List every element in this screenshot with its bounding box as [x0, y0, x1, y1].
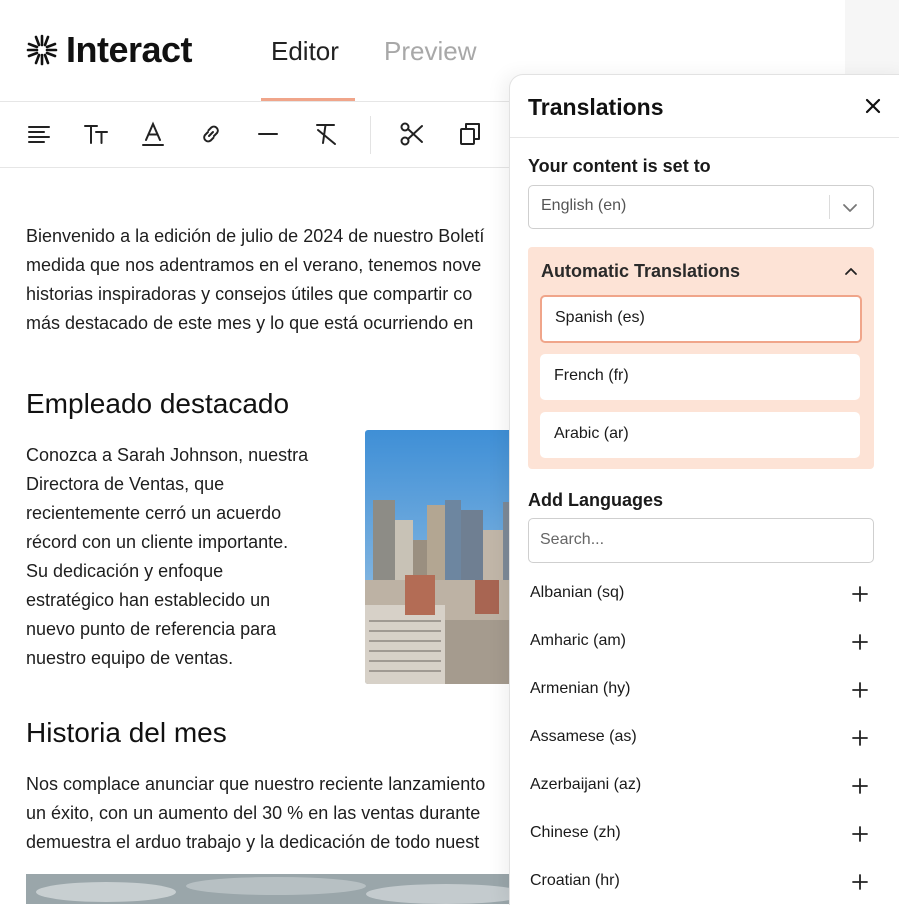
select-separator: [829, 195, 830, 219]
plus-icon[interactable]: [851, 729, 869, 747]
text-size-icon[interactable]: [82, 120, 110, 148]
plus-icon[interactable]: [851, 873, 869, 891]
language-name: Armenian (hy): [530, 680, 631, 697]
search-placeholder: Search...: [540, 531, 605, 548]
content-language-value: English (en): [541, 197, 627, 214]
cut-icon[interactable]: [398, 120, 426, 148]
feature-line: Su dedicación y enfoque: [26, 561, 224, 581]
feature-line: nuevo punto de referencia para: [26, 619, 277, 639]
language-name: Croatian (hr): [530, 872, 620, 889]
story-line: Nos complace anunciar que nuestro recien…: [26, 774, 486, 794]
feature-line: récord con un cliente importante.: [26, 532, 289, 552]
plus-icon[interactable]: [851, 825, 869, 843]
language-name: Albanian (sq): [530, 584, 625, 601]
auto-language-arabic[interactable]: Arabic (ar): [540, 412, 860, 458]
close-icon[interactable]: [862, 95, 884, 117]
divider-icon[interactable]: [254, 120, 282, 148]
intro-line: Bienvenido a la edición de julio de 2024…: [26, 226, 485, 246]
logo-text: Interact: [66, 29, 193, 70]
auto-language-spanish[interactable]: Spanish (es): [540, 295, 862, 343]
add-language-azerbaijani[interactable]: Azerbaijani (az): [530, 770, 874, 800]
content-language-select[interactable]: English (en): [528, 185, 874, 229]
language-name: Amharic (am): [530, 632, 627, 649]
logo: Interact: [26, 29, 193, 70]
panel-title: Translations: [528, 94, 664, 120]
auto-language-french[interactable]: French (fr): [540, 354, 860, 400]
tab-editor[interactable]: Editor: [271, 36, 339, 66]
toolbar-separator: [370, 116, 371, 154]
feature-line: Conozca a Sarah Johnson, nuestra: [26, 445, 309, 465]
add-language-chinese[interactable]: Chinese (zh): [530, 818, 874, 848]
translations-panel: Translations Your content is set to Engl…: [509, 74, 899, 905]
intro-line: más destacado de este mes y lo que está …: [26, 313, 474, 333]
language-name: Azerbaijani (az): [530, 776, 642, 793]
auto-language-label: French (fr): [554, 367, 629, 384]
intro-line: historias inspiradoras y consejos útiles…: [26, 284, 473, 304]
automatic-translations-section: Automatic Translations Spanish (es) Fren…: [528, 247, 874, 469]
auto-language-label: Spanish (es): [555, 309, 645, 326]
chevron-down-icon: [843, 204, 857, 212]
link-icon[interactable]: [197, 120, 225, 148]
plus-icon[interactable]: [851, 633, 869, 651]
feature-line: nuestro equipo de ventas.: [26, 648, 234, 668]
active-tab-indicator: [261, 98, 355, 101]
clear-format-icon[interactable]: [312, 120, 340, 148]
language-name: Chinese (zh): [530, 824, 621, 841]
add-language-assamese[interactable]: Assamese (as): [530, 722, 874, 752]
automatic-translations-title: Automatic Translations: [541, 261, 741, 281]
text-color-icon[interactable]: [139, 120, 167, 148]
add-language-armenian[interactable]: Armenian (hy): [530, 674, 874, 704]
feature-line: Directora de Ventas, que: [26, 474, 225, 494]
story-image: [26, 874, 526, 904]
align-left-icon[interactable]: [25, 120, 53, 148]
content-language-label: Your content is set to: [528, 156, 711, 176]
language-search-input[interactable]: Search...: [528, 518, 874, 563]
panel-divider: [510, 137, 899, 138]
chevron-up-icon[interactable]: [842, 263, 860, 281]
plus-icon[interactable]: [851, 681, 869, 699]
logo-icon: [26, 34, 58, 66]
tab-preview[interactable]: Preview: [384, 36, 476, 66]
add-language-albanian[interactable]: Albanian (sq): [530, 578, 874, 608]
add-language-amharic[interactable]: Amharic (am): [530, 626, 874, 656]
plus-icon[interactable]: [851, 585, 869, 603]
copy-icon[interactable]: [456, 120, 484, 148]
story-line: demuestra el arduo trabajo y la dedicaci…: [26, 832, 480, 852]
feature-line: recientemente cerró un acuerdo: [26, 503, 282, 523]
language-name: Assamese (as): [530, 728, 637, 745]
plus-icon[interactable]: [851, 777, 869, 795]
feature-line: estratégico han establecido un: [26, 590, 271, 610]
story-line: un éxito, con un aumento del 30 % en las…: [26, 803, 481, 823]
section-heading-story: Historia del mes: [26, 717, 227, 748]
city-skyline-image: [365, 430, 525, 684]
add-language-croatian[interactable]: Croatian (hr): [530, 866, 874, 896]
intro-line: medida que nos adentramos en el verano, …: [26, 255, 482, 275]
auto-language-label: Arabic (ar): [554, 425, 629, 442]
section-heading-employee: Empleado destacado: [26, 388, 290, 419]
add-languages-label: Add Languages: [528, 490, 664, 510]
